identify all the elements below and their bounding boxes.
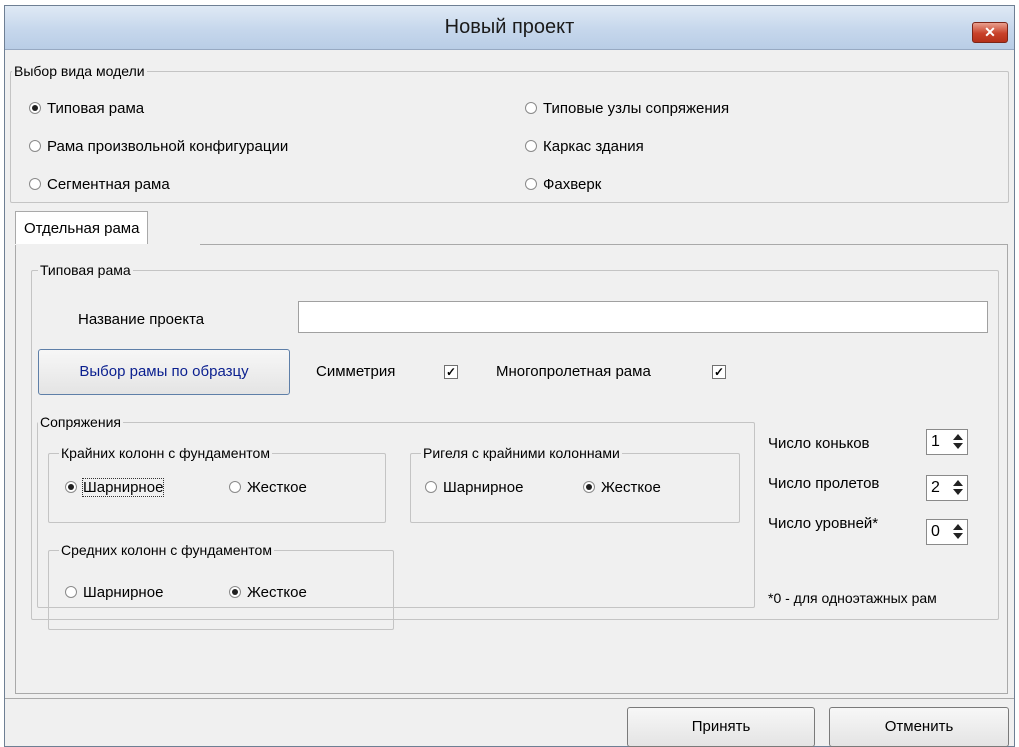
joints-legend: Сопряжения <box>38 413 123 431</box>
new-project-dialog: Новый проект ✕ Выбор вида модели Типовая… <box>4 5 1015 747</box>
beams-legend: Ригеля с крайними колоннами <box>421 444 622 462</box>
select-frame-button-label: Выбор рамы по образцу <box>79 363 249 380</box>
radio-half-timbering[interactable]: Фахверк <box>525 176 601 194</box>
outer-columns-group: Крайних колонн с фундаментом Шарнирное Ж… <box>48 444 386 523</box>
radio-selected-icon <box>65 481 77 493</box>
footer-divider <box>5 698 1014 699</box>
radio-selected-icon <box>229 586 241 598</box>
typical-frame-group: Типовая рама Название проекта Выбор рамы… <box>31 261 999 630</box>
cancel-button[interactable]: Отменить <box>829 707 1009 747</box>
close-icon: ✕ <box>984 24 996 40</box>
symmetry-label: Симметрия <box>316 363 396 380</box>
title-bar: Новый проект ✕ <box>5 6 1014 50</box>
middle-columns-legend: Средних колонн с фундаментом <box>59 541 274 559</box>
tab-single-frame[interactable]: Отдельная рама <box>15 211 149 244</box>
spans-count-spinner[interactable]: 2 <box>926 475 968 501</box>
radio-selected-icon <box>583 481 595 493</box>
select-frame-by-template-button[interactable]: Выбор рамы по образцу <box>38 349 290 395</box>
beams-group: Ригеля с крайними колоннами Шарнирное Же… <box>410 444 740 523</box>
levels-count-spinner[interactable]: 0 <box>926 519 968 545</box>
project-name-input[interactable] <box>298 301 988 333</box>
tab-panel-single-frame: Типовая рама Название проекта Выбор рамы… <box>15 245 1008 694</box>
accept-button-label: Принять <box>691 718 751 735</box>
radio-beams-rigid[interactable]: Жесткое <box>583 479 661 497</box>
radio-middle-rigid[interactable]: Жесткое <box>229 584 307 602</box>
project-name-label: Название проекта <box>78 311 205 328</box>
radio-empty-icon <box>65 586 77 598</box>
radio-outer-rigid[interactable]: Жесткое <box>229 479 307 497</box>
radio-empty-icon <box>29 178 41 190</box>
levels-count-value: 0 <box>931 523 940 540</box>
radio-outer-hinged[interactable]: Шарнирное <box>65 478 165 497</box>
radio-segment-frame[interactable]: Сегментная рама <box>29 176 170 194</box>
radio-empty-icon <box>525 140 537 152</box>
checkmark-icon: ✓ <box>713 365 725 379</box>
spans-count-value: 2 <box>931 479 940 496</box>
radio-typical-joints[interactable]: Типовые узлы сопряжения <box>525 100 729 118</box>
spans-count-label: Число пролетов <box>768 475 880 492</box>
radio-empty-icon <box>525 102 537 114</box>
radio-empty-icon <box>525 178 537 190</box>
levels-footnote: *0 - для одноэтажных рам <box>768 590 937 606</box>
spinner-arrows-icon[interactable] <box>951 522 965 542</box>
radio-empty-icon <box>425 481 437 493</box>
radio-beams-hinged[interactable]: Шарнирное <box>425 479 523 497</box>
close-button[interactable]: ✕ <box>972 22 1008 43</box>
ridges-count-value: 1 <box>931 433 940 450</box>
dialog-title: Новый проект <box>444 16 575 38</box>
multispan-label: Многопролетная рама <box>496 363 651 380</box>
radio-middle-hinged[interactable]: Шарнирное <box>65 584 163 602</box>
ridges-count-spinner[interactable]: 1 <box>926 429 968 455</box>
levels-count-label: Число уровней* <box>768 515 879 532</box>
joints-group: Сопряжения Крайних колонн с фундаментом … <box>37 413 755 630</box>
symmetry-checkbox[interactable]: ✓ <box>444 365 458 379</box>
model-type-group: Выбор вида модели Типовая рама Рама прои… <box>10 62 1009 203</box>
radio-empty-icon <box>29 140 41 152</box>
radio-typical-frame[interactable]: Типовая рама <box>29 100 144 118</box>
radio-building-frame[interactable]: Каркас здания <box>525 138 644 156</box>
accept-button[interactable]: Принять <box>627 707 815 747</box>
cancel-button-label: Отменить <box>884 718 954 735</box>
middle-columns-group: Средних колонн с фундаментом Шарнирное Ж… <box>48 541 394 630</box>
model-type-legend: Выбор вида модели <box>12 62 147 80</box>
spinner-arrows-icon[interactable] <box>951 432 965 452</box>
radio-arbitrary-frame[interactable]: Рама произвольной конфигурации <box>29 138 288 156</box>
radio-empty-icon <box>229 481 241 493</box>
outer-columns-legend: Крайних колонн с фундаментом <box>59 444 272 462</box>
radio-selected-icon <box>29 102 41 114</box>
multispan-checkbox[interactable]: ✓ <box>712 365 726 379</box>
typical-frame-legend: Типовая рама <box>38 261 133 279</box>
checkmark-icon: ✓ <box>445 365 457 379</box>
spinner-arrows-icon[interactable] <box>951 478 965 498</box>
ridges-count-label: Число коньков <box>768 435 870 452</box>
